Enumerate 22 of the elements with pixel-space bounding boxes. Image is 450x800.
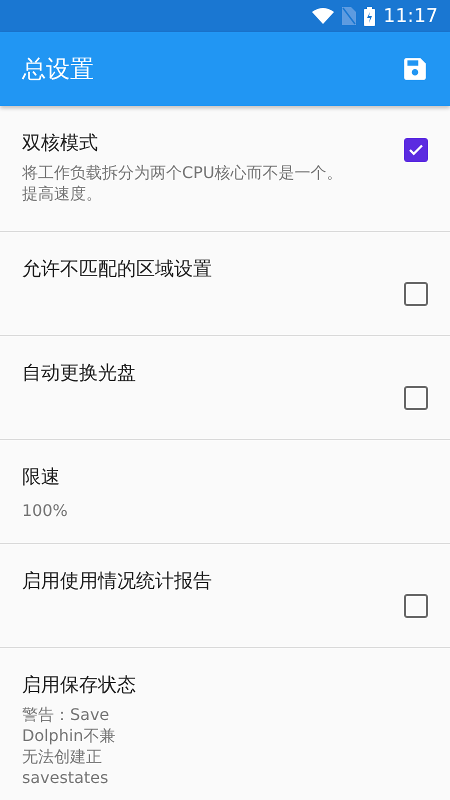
clock: 11:17 bbox=[383, 4, 438, 29]
setting-value: 100% bbox=[22, 500, 69, 522]
wifi-icon bbox=[312, 8, 334, 24]
setting-description: savestates bbox=[22, 767, 110, 788]
save-icon[interactable] bbox=[402, 56, 428, 82]
setting-description: 无法创建正 bbox=[22, 746, 103, 767]
screen-title: 总设置 bbox=[22, 54, 94, 85]
checkbox[interactable] bbox=[404, 594, 428, 618]
no-sim-icon bbox=[342, 7, 356, 25]
battery-icon bbox=[364, 6, 376, 26]
setting-title: 自动更换光盘 bbox=[22, 361, 137, 386]
checkbox[interactable] bbox=[404, 282, 428, 306]
setting-title: 双核模式 bbox=[22, 131, 99, 156]
setting-title: 启用保存状态 bbox=[22, 673, 137, 698]
setting-title: 启用使用情况统计报告 bbox=[22, 569, 213, 594]
checkbox[interactable] bbox=[404, 138, 428, 162]
setting-description: 将工作负载拆分为两个CPU核心而不是一个。提高速度。 bbox=[22, 162, 344, 204]
setting-description: Dolphin不兼 bbox=[22, 725, 116, 746]
setting-title: 限速 bbox=[22, 465, 61, 490]
checkbox[interactable] bbox=[404, 386, 428, 410]
setting-description: 警告：Save bbox=[22, 704, 110, 725]
setting-title: 允许不匹配的区域设置 bbox=[22, 257, 213, 282]
